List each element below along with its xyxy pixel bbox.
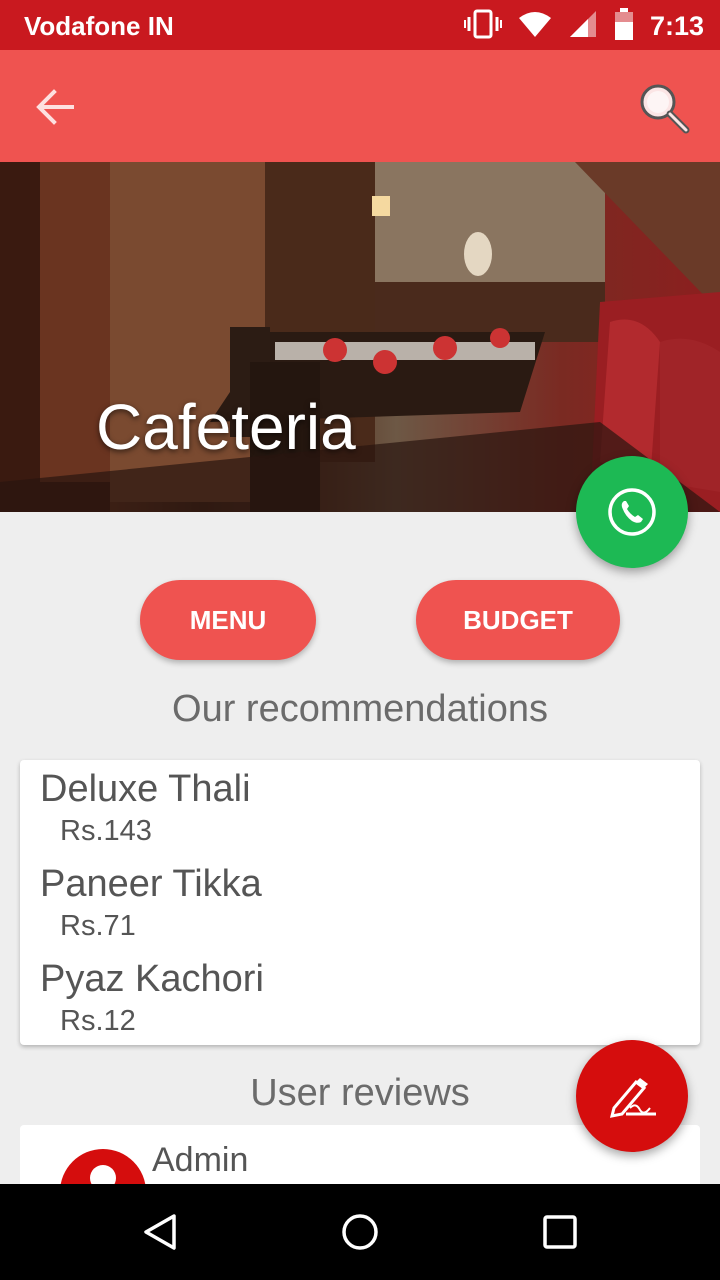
dish-price: Rs.71 <box>60 910 136 942</box>
recommendations-card: Deluxe Thali Rs.143 Paneer Tikka Rs.71 P… <box>20 760 700 1045</box>
dish-price: Rs.143 <box>60 815 152 847</box>
signal-icon <box>568 9 598 44</box>
battery-icon <box>614 7 634 45</box>
pen-signature-icon <box>609 1078 656 1118</box>
dish-name: Paneer Tikka <box>40 863 262 905</box>
review-username: Admin <box>152 1141 249 1179</box>
write-review-button[interactable] <box>576 1040 688 1152</box>
dish-price: Rs.12 <box>60 1005 136 1037</box>
app-toolbar <box>0 50 720 162</box>
nav-back-button[interactable] <box>140 1212 180 1252</box>
carrier-name: Vodafone IN <box>24 11 174 41</box>
list-item[interactable]: Pyaz Kachori Rs.12 <box>40 958 264 1038</box>
vibrate-icon <box>463 9 502 44</box>
list-item[interactable]: Paneer Tikka Rs.71 <box>40 863 262 943</box>
search-icon <box>640 84 690 134</box>
budget-button[interactable]: BUDGET <box>416 580 620 660</box>
search-button[interactable] <box>636 80 692 136</box>
dish-name: Pyaz Kachori <box>40 958 264 1000</box>
whatsapp-call-icon <box>608 488 656 536</box>
system-nav-bar <box>0 1184 720 1280</box>
back-button[interactable] <box>32 84 78 130</box>
status-bar: Vodafone IN 7:13 <box>0 0 720 50</box>
clock: 7:13 <box>649 10 704 41</box>
recents-square-icon <box>543 1215 577 1249</box>
home-circle-icon <box>342 1214 378 1250</box>
arrow-left-icon <box>36 89 74 125</box>
menu-button[interactable]: MENU <box>140 580 316 660</box>
restaurant-title: Cafeteria <box>96 391 356 463</box>
dish-name: Deluxe Thali <box>40 768 251 810</box>
call-button[interactable] <box>576 456 688 568</box>
nav-home-button[interactable] <box>340 1212 380 1252</box>
recommendations-heading: Our recommendations <box>172 688 548 730</box>
wifi-icon <box>518 10 552 43</box>
status-icons: 7:13 <box>463 7 704 45</box>
back-triangle-icon <box>144 1214 176 1250</box>
nav-recents-button[interactable] <box>540 1212 580 1252</box>
list-item[interactable]: Deluxe Thali Rs.143 <box>40 768 251 848</box>
